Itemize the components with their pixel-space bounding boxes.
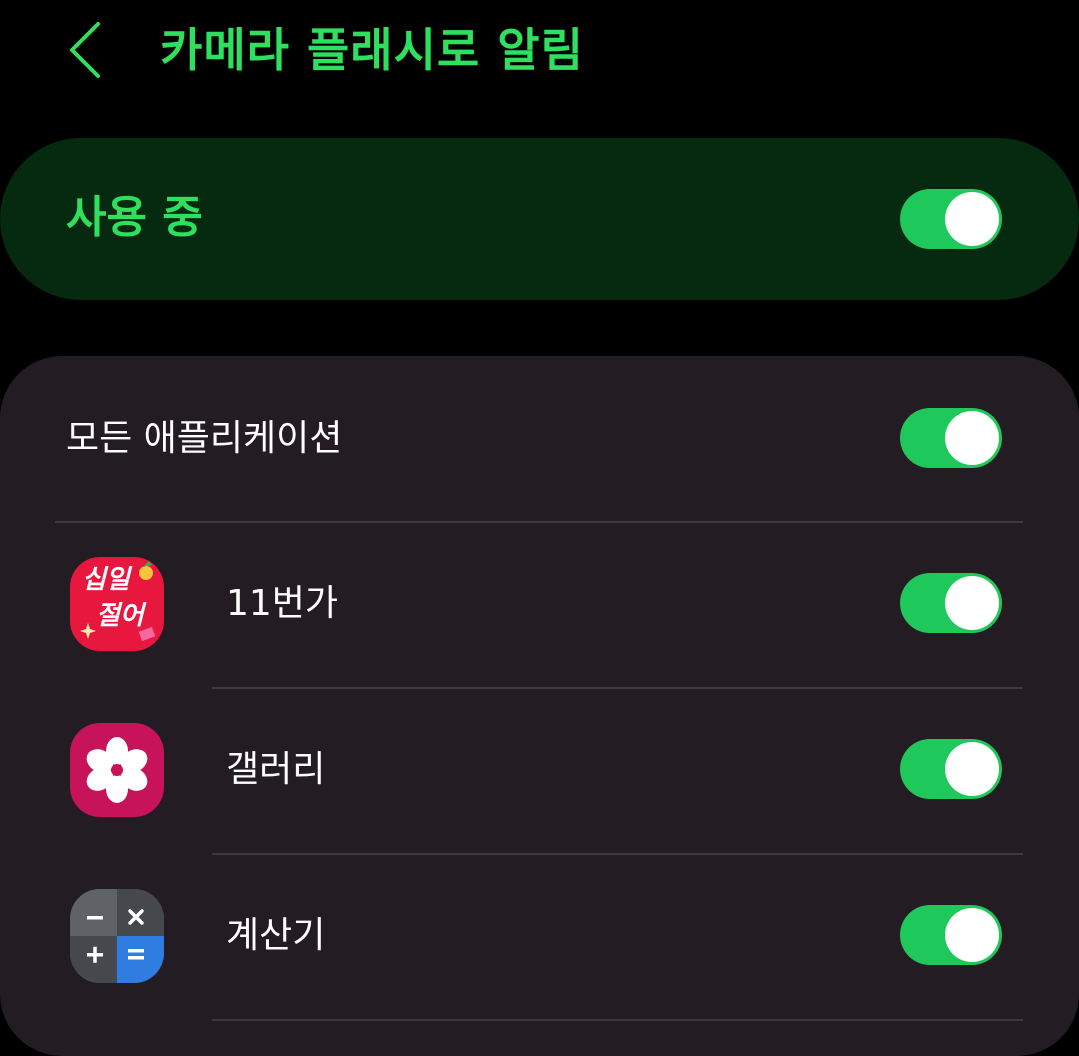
calculator-icon-art	[70, 889, 164, 983]
list-item-app[interactable]: 계산기	[0, 854, 1079, 1018]
app-list-card: 모든 애플리케이션 십일 절어 11번가 갤러리 계산기	[0, 356, 1079, 1056]
switch-knob	[945, 742, 999, 796]
gallery-icon-art	[86, 737, 148, 803]
master-toggle-label: 사용 중	[66, 192, 203, 243]
switch-knob	[945, 576, 999, 630]
page-title: 카메라 플래시로 알림	[160, 23, 584, 77]
list-item-all-apps[interactable]: 모든 애플리케이션	[0, 356, 1079, 520]
app-toggle-switch-calculator[interactable]	[900, 905, 1002, 965]
11st-app-icon: 십일 절어	[70, 557, 164, 651]
master-toggle-switch[interactable]	[900, 189, 1002, 249]
all-apps-toggle-switch[interactable]	[900, 408, 1002, 468]
list-divider	[212, 1019, 1023, 1021]
app-label-gallery: 갤러리	[226, 749, 326, 790]
master-toggle-card[interactable]: 사용 중	[0, 138, 1079, 300]
list-item-app[interactable]: 갤러리	[0, 688, 1079, 852]
switch-knob	[945, 411, 999, 465]
gallery-flower-icon	[70, 723, 164, 817]
app-toggle-switch-11st[interactable]	[900, 573, 1002, 633]
app-bar: 카메라 플래시로 알림	[0, 0, 1079, 110]
all-apps-label: 모든 애플리케이션	[66, 418, 343, 459]
app-label-calculator: 계산기	[226, 915, 326, 956]
11st-icon-text-top: 십일	[82, 565, 130, 595]
11st-icon-text-bottom: 절어	[96, 601, 144, 631]
switch-knob	[945, 192, 999, 246]
calculator-icon	[70, 889, 164, 983]
app-toggle-switch-gallery[interactable]	[900, 739, 1002, 799]
list-item-app[interactable]: 십일 절어 11번가	[0, 522, 1079, 686]
back-button[interactable]	[60, 18, 120, 82]
chevron-left-icon	[70, 22, 100, 78]
switch-knob	[945, 908, 999, 962]
app-label-11st: 11번가	[226, 583, 339, 624]
